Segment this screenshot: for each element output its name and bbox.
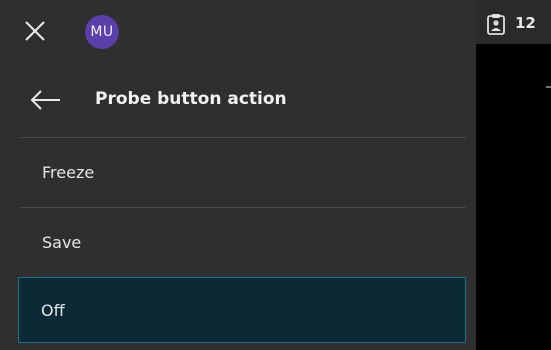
page-title: Probe button action bbox=[95, 89, 287, 109]
close-icon bbox=[25, 21, 45, 41]
menu-item-off[interactable]: Off bbox=[18, 277, 466, 343]
menu-item-label: Save bbox=[42, 232, 82, 252]
status-area: 12 bbox=[476, 0, 551, 44]
top-bar: MU bbox=[0, 0, 476, 64]
clipboard-count: 12 bbox=[515, 14, 536, 32]
menu-item-save[interactable]: Save bbox=[20, 208, 466, 276]
scale-tick bbox=[546, 86, 551, 88]
back-button[interactable] bbox=[26, 86, 66, 114]
close-button[interactable] bbox=[18, 14, 52, 48]
menu-item-label: Off bbox=[41, 300, 65, 320]
clipboard-user-icon[interactable] bbox=[486, 13, 506, 35]
main-view: 12 bbox=[476, 0, 551, 350]
page-header: Probe button action bbox=[0, 64, 476, 136]
avatar[interactable]: MU bbox=[85, 15, 119, 49]
back-arrow-icon bbox=[30, 90, 60, 110]
menu-item-freeze[interactable]: Freeze bbox=[20, 138, 466, 206]
settings-panel: MU Probe button action Freeze Save Off bbox=[0, 0, 476, 350]
menu-item-label: Freeze bbox=[42, 162, 95, 182]
